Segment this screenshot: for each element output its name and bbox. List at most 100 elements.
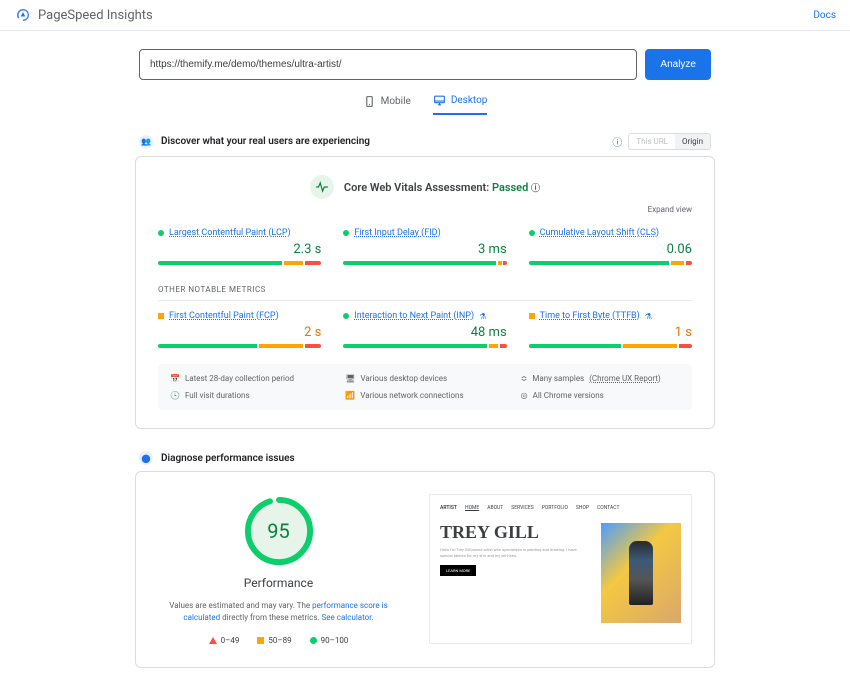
metric-name[interactable]: Largest Contentful Paint (LCP) (169, 228, 291, 238)
search-row: Analyze (135, 49, 715, 80)
metric: First Contentful Paint (FCP) 2 s (158, 311, 321, 348)
preview-body: TREY GILL Hello I'm Trey Gill based arti… (440, 523, 681, 623)
circle-icon (310, 637, 317, 644)
other-metrics-label: OTHER NOTABLE METRICS (158, 281, 692, 301)
vitals-info-icon[interactable]: ⓘ (531, 184, 540, 194)
main-container: Analyze Mobile Desktop 👥 Discover what y… (135, 31, 715, 686)
metric-bar (529, 344, 692, 348)
header-left: PageSpeed Insights (14, 6, 153, 24)
url-input[interactable] (139, 49, 637, 80)
diagnose-icon: ⬤ (139, 451, 153, 465)
footer-network: 📶Various network connections (345, 391, 504, 400)
preview-nav-item: HOME (465, 505, 479, 511)
app-title: PageSpeed Insights (38, 8, 153, 23)
preview-nav: ARTIST HOME ABOUT SERVICES PORTFOLIO SHOP CONT… (440, 505, 681, 511)
metric: Interaction to Next Paint (INP) ⚗ 48 ms (343, 311, 506, 348)
metric: Largest Contentful Paint (LCP) 2.3 s (158, 228, 321, 265)
metric-bar (343, 261, 506, 265)
score-legend: 0–49 50–89 90–100 (209, 636, 349, 645)
legend-mid: 50–89 (257, 636, 291, 645)
preview-nav-item: CONTACT (597, 505, 619, 511)
performance-gauge: 95 (242, 494, 316, 568)
preview-nav-item: ABOUT (487, 505, 503, 511)
samples-icon: ≎ (521, 374, 528, 383)
preview-text: TREY GILL Hello I'm Trey Gill based arti… (440, 523, 589, 623)
metric-name[interactable]: First Contentful Paint (FCP) (169, 311, 279, 321)
url-origin-toggle: This URL Origin (628, 133, 711, 150)
tab-desktop[interactable]: Desktop (433, 94, 488, 115)
calculator-link[interactable]: See calculator. (322, 613, 374, 622)
field-data-card: Core Web Vitals Assessment: Passed ⓘ Exp… (135, 156, 715, 429)
legend-low: 0–49 (209, 636, 240, 645)
metric-value: 2 s (158, 325, 321, 340)
other-metrics-grid: First Contentful Paint (FCP) 2 s Interac… (158, 311, 692, 348)
metric-value: 2.3 s (158, 242, 321, 257)
metric-name[interactable]: Interaction to Next Paint (INP) (354, 311, 474, 321)
toggle-this-url[interactable]: This URL (629, 134, 675, 149)
square-icon (257, 637, 264, 644)
toggle-origin[interactable]: Origin (675, 134, 710, 149)
performance-label: Performance (244, 576, 313, 590)
info-icon[interactable]: ⓘ (612, 134, 622, 149)
metric-bar (343, 344, 506, 348)
collection-footer: 📅Latest 28-day collection period 🖥Variou… (158, 364, 692, 410)
performance-description: Values are estimated and may vary. The p… (169, 600, 389, 624)
metric-value: 1 s (529, 325, 692, 340)
discover-title: Discover what your real users are experi… (161, 136, 370, 147)
legend-high: 90–100 (310, 636, 349, 645)
metric-label: Cumulative Layout Shift (CLS) (529, 228, 692, 238)
tab-mobile-label: Mobile (381, 96, 411, 107)
discover-header: 👥 Discover what your real users are expe… (135, 133, 715, 150)
preview-cta: LEARN MORE (440, 565, 476, 576)
tab-desktop-label: Desktop (451, 95, 488, 106)
metric-bar (529, 261, 692, 265)
desktop-icon (433, 94, 446, 107)
diagnose-header: ⬤ Diagnose performance issues (135, 451, 715, 465)
docs-link[interactable]: Docs (813, 10, 836, 21)
discover-title-wrap: 👥 Discover what your real users are expe… (139, 135, 370, 149)
experimental-badge-icon: ⚗ (645, 312, 652, 321)
metric-label: Largest Contentful Paint (LCP) (158, 228, 321, 238)
footer-durations: 🕓Full visit durations (170, 391, 329, 400)
metric-label: First Contentful Paint (FCP) (158, 311, 321, 321)
metric-name[interactable]: Time to First Byte (TTFB) (540, 311, 640, 321)
devices-icon: 🖥 (345, 374, 355, 383)
discover-icon: 👥 (139, 135, 153, 149)
preview-nav-item: PORTFOLIO (542, 505, 568, 511)
preview-nav-item: SERVICES (511, 505, 533, 511)
footer-period: 📅Latest 28-day collection period (170, 374, 329, 383)
metric-bar (158, 344, 321, 348)
preview-desc: Hello I'm Trey Gill based artist who spe… (440, 547, 589, 558)
metric-label: Interaction to Next Paint (INP) ⚗ (343, 311, 506, 321)
metric-name[interactable]: Cumulative Layout Shift (CLS) (540, 228, 659, 238)
chrome-icon: ◎ (521, 391, 528, 400)
preview-nav-item: ARTIST (440, 505, 457, 511)
vitals-header: Core Web Vitals Assessment: Passed ⓘ (158, 175, 692, 199)
metric-value: 3 ms (343, 242, 506, 257)
footer-devices: 🖥Various desktop devices (345, 374, 504, 383)
diagnose-card: 95 Performance Values are estimated and … (135, 471, 715, 668)
metric: First Input Delay (FID) 3 ms (343, 228, 506, 265)
vitals-title: Core Web Vitals Assessment: Passed ⓘ (344, 181, 540, 194)
pagespeed-logo-icon (14, 6, 32, 24)
footer-versions: ◎All Chrome versions (521, 391, 680, 400)
metric-name[interactable]: First Input Delay (FID) (354, 228, 440, 238)
preview-nav-item: SHOP (576, 505, 589, 511)
mobile-icon (363, 95, 376, 108)
metric-value: 48 ms (343, 325, 506, 340)
analyze-button[interactable]: Analyze (645, 49, 711, 80)
wifi-icon: 📶 (345, 391, 355, 400)
vitals-status: Passed (492, 181, 528, 194)
chrome-ux-link[interactable]: (Chrome UX Report) (589, 374, 661, 383)
metric-label: First Input Delay (FID) (343, 228, 506, 238)
preview-image (601, 523, 681, 623)
expand-view-link[interactable]: Expand view (158, 205, 692, 214)
metric: Time to First Byte (TTFB) ⚗ 1 s (529, 311, 692, 348)
tab-mobile[interactable]: Mobile (363, 94, 411, 115)
metric-bar (158, 261, 321, 265)
metric-label: Time to First Byte (TTFB) ⚗ (529, 311, 692, 321)
triangle-icon (209, 637, 217, 644)
performance-score: 95 (267, 519, 289, 543)
metric-value: 0.06 (529, 242, 692, 257)
vitals-pulse-icon (310, 175, 334, 199)
